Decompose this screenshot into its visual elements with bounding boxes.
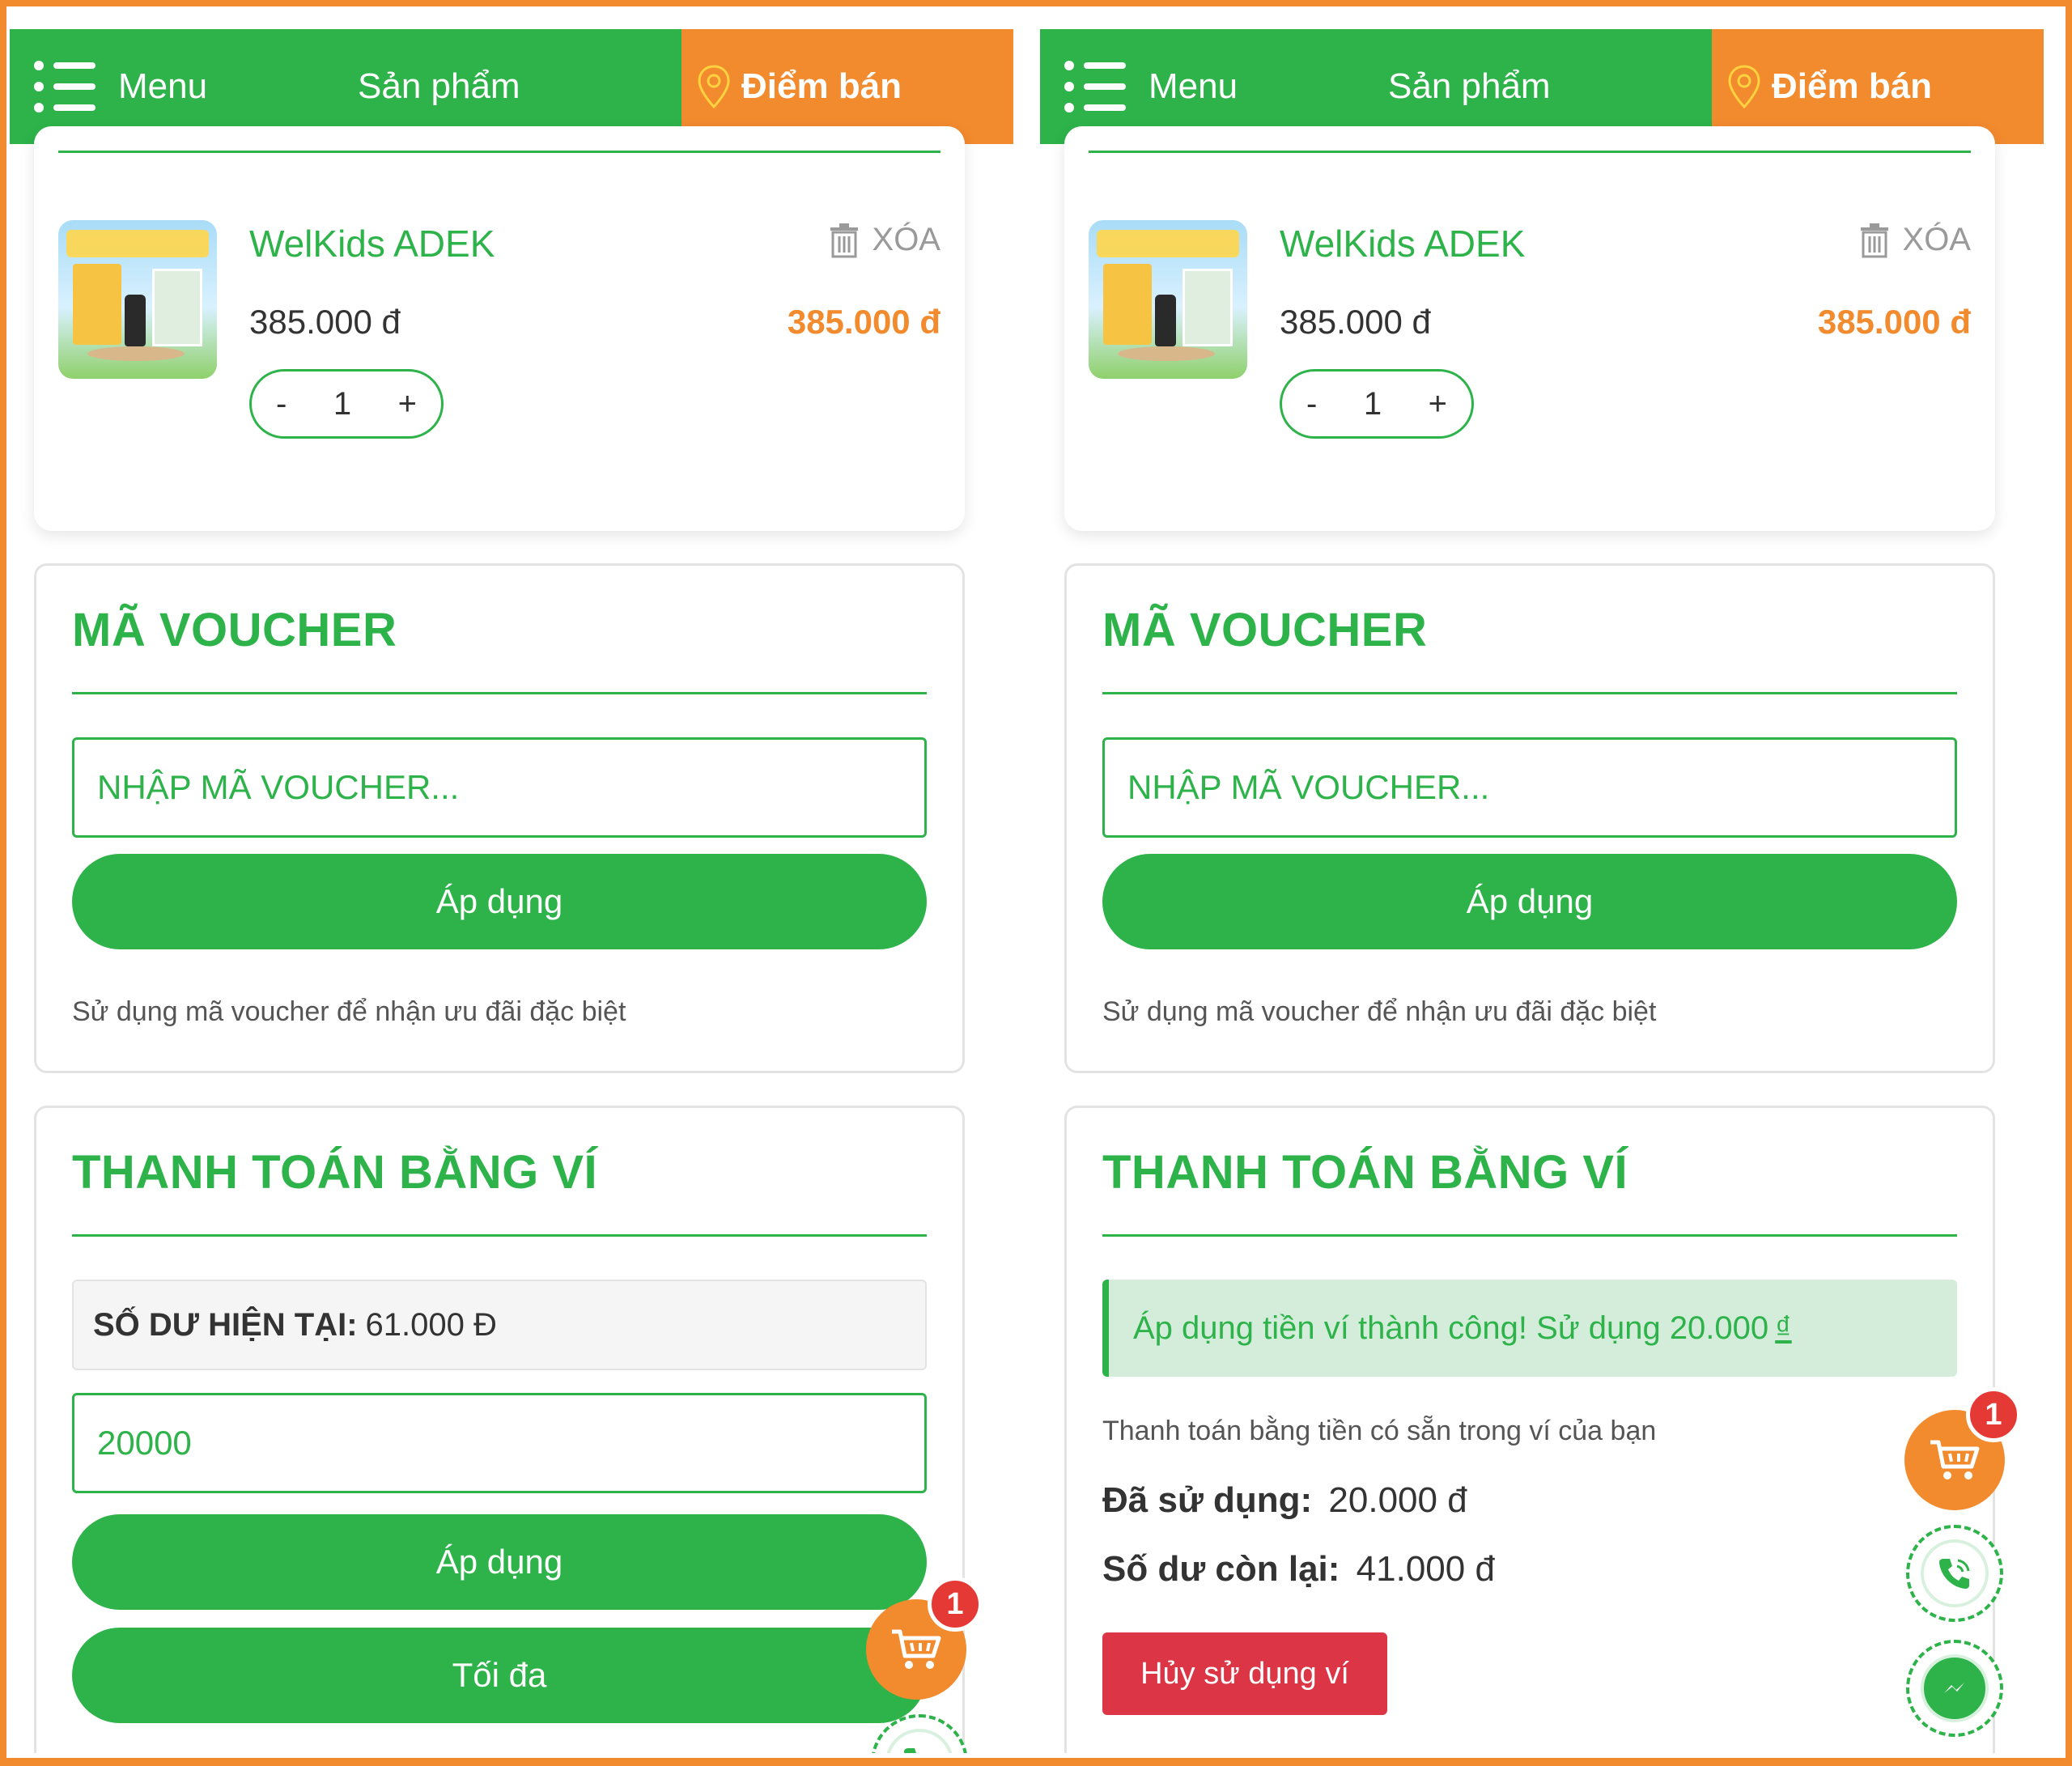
location-pin-icon xyxy=(698,65,730,109)
stores-label: Điểm bán xyxy=(741,66,902,106)
floating-messenger-button[interactable] xyxy=(1906,1640,2003,1737)
voucher-title: MÃ VOUCHER xyxy=(72,604,397,656)
delete-label: XÓA xyxy=(1902,222,1971,257)
stores-label: Điểm bán xyxy=(1772,66,1933,106)
voucher-apply-button[interactable]: Áp dụng xyxy=(72,854,927,949)
cancel-wallet-button[interactable]: Hủy sử dụng ví xyxy=(1102,1632,1387,1715)
trash-icon xyxy=(830,223,858,257)
voucher-hint: Sử dụng mã voucher để nhận ưu đãi đặc bi… xyxy=(1102,996,1657,1027)
phone-icon xyxy=(904,1748,916,1753)
success-currency: ₫ xyxy=(1775,1310,1792,1346)
hamburger-icon xyxy=(1064,57,1126,116)
quantity-stepper: - 1 + xyxy=(1280,369,1474,439)
floating-cart-button[interactable]: 1 xyxy=(1904,1387,2021,1510)
cart-icon xyxy=(1930,1440,1980,1479)
product-image[interactable] xyxy=(58,220,217,379)
wallet-amount-input[interactable] xyxy=(72,1393,927,1493)
voucher-apply-button[interactable]: Áp dụng xyxy=(1102,854,1957,949)
voucher-title: MÃ VOUCHER xyxy=(1102,604,1428,656)
cart-icon xyxy=(892,1629,941,1669)
balance-label: SỐ DƯ HIỆN TẠI: xyxy=(93,1306,358,1343)
divider xyxy=(72,692,927,694)
floating-cart-button[interactable]: 1 xyxy=(866,1577,983,1700)
messenger-icon xyxy=(1944,1683,1964,1693)
cart-count-badge: 1 xyxy=(1966,1387,2021,1442)
qty-plus-button[interactable]: + xyxy=(1429,386,1447,422)
delete-label: XÓA xyxy=(872,222,940,257)
trash-icon xyxy=(1860,223,1888,257)
location-pin-icon xyxy=(1728,65,1760,109)
divider xyxy=(1102,692,1957,694)
voucher-card: MÃ VOUCHER Áp dụng Sử dụng mã voucher để… xyxy=(34,563,965,1073)
phone-icon xyxy=(1939,1559,1970,1589)
screen-before: Menu Sản phẩm Điểm bán WelKids ADEK XÓA … xyxy=(10,13,1013,1753)
qty-minus-button[interactable]: - xyxy=(1306,386,1317,422)
wallet-title: THANH TOÁN BẰNG VÍ xyxy=(1102,1146,1628,1199)
wallet-description: Thanh toán bằng tiền có sẵn trong ví của… xyxy=(1102,1416,1657,1446)
voucher-card: MÃ VOUCHER Áp dụng Sử dụng mã voucher để… xyxy=(1064,563,1995,1073)
voucher-hint: Sử dụng mã voucher để nhận ưu đãi đặc bi… xyxy=(72,996,626,1027)
wallet-card: THANH TOÁN BẰNG VÍ SỐ DƯ HIỆN TẠI: 61.00… xyxy=(34,1106,965,1753)
cart-item-card: WelKids ADEK XÓA 385.000 đ 385.000 đ - 1… xyxy=(1064,126,1995,531)
cart-count-badge: 1 xyxy=(928,1577,983,1632)
wallet-max-button[interactable]: Tối đa xyxy=(72,1628,927,1723)
line-total: 385.000 đ xyxy=(1817,303,1971,341)
qty-plus-button[interactable]: + xyxy=(398,386,417,422)
wallet-title: THANH TOÁN BẰNG VÍ xyxy=(72,1146,598,1199)
divider xyxy=(1102,1234,1957,1237)
delete-button[interactable]: XÓA xyxy=(1859,222,1971,258)
used-value: 20.000 đ xyxy=(1328,1480,1467,1520)
hamburger-icon xyxy=(34,57,96,116)
wallet-remaining-line: Số dư còn lại: 41.000 đ xyxy=(1102,1549,1495,1590)
product-name[interactable]: WelKids ADEK xyxy=(1280,222,1525,265)
wallet-apply-button[interactable]: Áp dụng xyxy=(72,1514,927,1610)
success-text: Áp dụng tiền ví thành công! Sử dụng 20.0… xyxy=(1133,1310,1769,1346)
quantity-stepper: - 1 + xyxy=(249,369,444,439)
cart-item-card: WelKids ADEK XÓA 385.000 đ 385.000 đ - 1… xyxy=(34,126,965,531)
delete-button[interactable]: XÓA xyxy=(829,222,940,258)
screen-after: Menu Sản phẩm Điểm bán WelKids ADEK XÓA … xyxy=(1040,13,2044,1753)
divider xyxy=(1089,151,1971,153)
menu-label: Menu xyxy=(1149,66,1238,106)
menu-label: Menu xyxy=(118,66,208,106)
wallet-used-line: Đã sử dụng: 20.000 đ xyxy=(1102,1480,1467,1521)
voucher-input[interactable] xyxy=(1102,737,1957,838)
remaining-label: Số dư còn lại: xyxy=(1102,1549,1340,1589)
line-total: 385.000 đ xyxy=(787,303,940,341)
wallet-success-alert: Áp dụng tiền ví thành công! Sử dụng 20.0… xyxy=(1102,1280,1957,1377)
qty-value[interactable]: 1 xyxy=(1364,386,1382,422)
floating-phone-button[interactable] xyxy=(1906,1525,2003,1622)
qty-minus-button[interactable]: - xyxy=(276,386,287,422)
qty-value[interactable]: 1 xyxy=(333,386,351,422)
balance-value: 61.000 Đ xyxy=(365,1306,497,1343)
unit-price: 385.000 đ xyxy=(1280,303,1431,341)
used-label: Đã sử dụng: xyxy=(1102,1480,1313,1520)
wallet-card: THANH TOÁN BẰNG VÍ Áp dụng tiền ví thành… xyxy=(1064,1106,1995,1753)
product-image[interactable] xyxy=(1089,220,1247,379)
remaining-value: 41.000 đ xyxy=(1356,1549,1495,1589)
divider xyxy=(72,1234,927,1237)
voucher-input[interactable] xyxy=(72,737,927,838)
wallet-balance: SỐ DƯ HIỆN TẠI: 61.000 Đ xyxy=(72,1280,927,1370)
divider xyxy=(58,151,940,153)
unit-price: 385.000 đ xyxy=(249,303,401,341)
product-name[interactable]: WelKids ADEK xyxy=(249,222,495,265)
